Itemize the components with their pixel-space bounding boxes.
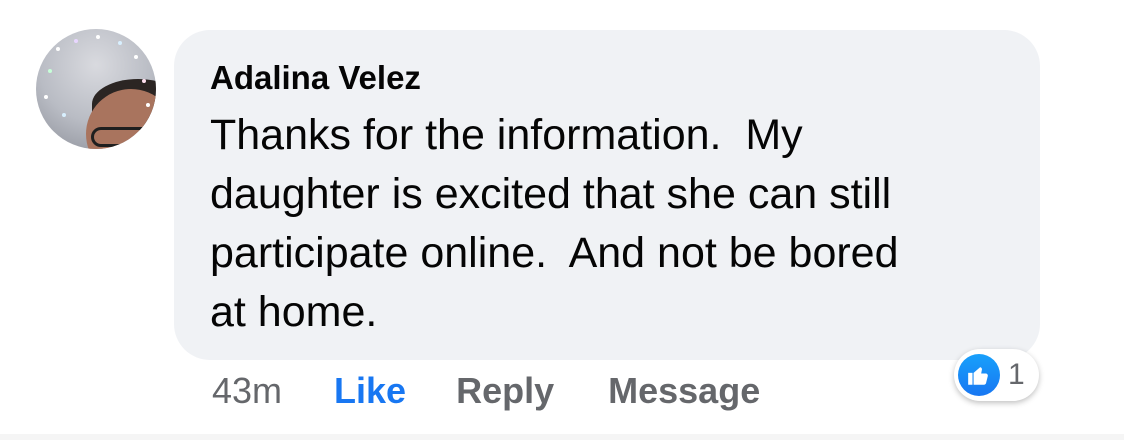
message-button[interactable]: Message <box>608 370 760 412</box>
thumbs-up-icon <box>958 354 1000 396</box>
sparkle-icon <box>48 69 52 73</box>
sparkle-icon <box>142 79 146 83</box>
sparkle-icon <box>74 39 78 43</box>
sparkle-icon <box>134 55 138 59</box>
divider <box>0 434 1124 440</box>
reply-button[interactable]: Reply <box>456 370 554 412</box>
sparkle-icon <box>146 103 150 107</box>
like-button[interactable]: Like <box>334 370 406 412</box>
sparkle-icon <box>56 47 60 51</box>
sparkle-icon <box>44 95 48 99</box>
avatar-glasses <box>91 127 156 147</box>
avatar[interactable] <box>36 29 156 149</box>
comment-timestamp[interactable]: 43m <box>212 370 282 412</box>
comment-text: Thanks for the information. My daughter … <box>210 111 899 336</box>
comment-bubble: Adalina Velez Thanks for the information… <box>174 30 1040 360</box>
sparkle-icon <box>96 35 100 39</box>
sparkle-icon <box>62 113 66 117</box>
reaction-summary[interactable]: 1 <box>954 349 1039 401</box>
reaction-count: 1 <box>1008 358 1025 391</box>
comment-actions: 43m Like Reply Message <box>212 368 760 414</box>
sparkle-icon <box>118 41 122 45</box>
comment-author[interactable]: Adalina Velez <box>210 58 1010 98</box>
